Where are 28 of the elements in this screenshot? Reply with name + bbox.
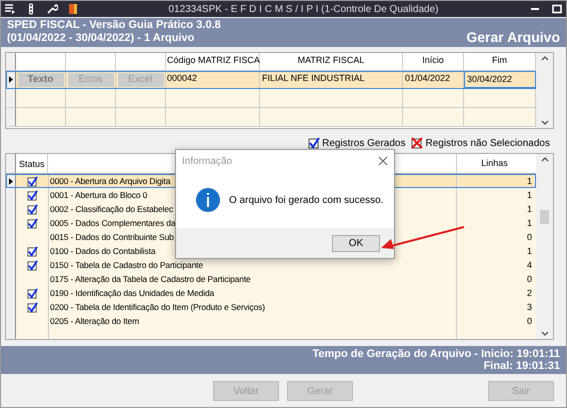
table-cell-text: 0000 - Abertura do Arquivo Digita [50,175,170,188]
table-cell: FILIAL NFE INDUSTRIAL [260,71,403,88]
column-header: Início [403,53,464,70]
column-header: MATRIZ FISCAL [260,53,403,70]
table-cell-text: 0175 - Alteração da Tabela de Cadastro de Participante [50,273,251,286]
dialog-title: Informação [182,156,232,166]
table-cell-text: 0190 - Identificação das Unidades de Medida [50,287,214,300]
generation-time-start: Tempo de Geração do Arquivo - Inicio: 19:01:11 [312,348,560,360]
table-cell-text: 0100 - Dados do Contabilista [50,245,156,258]
table-cell: 000042 [166,71,260,88]
legend-label: Registros não Selecionados [425,138,550,148]
table-cell-text: 0150 - Tabela de Cadastro do Participante [50,259,203,272]
header-period: (01/04/2022 - 30/04/2022) - 1 Arquivo [7,32,196,45]
table-cell-text: 0005 - Dados Complementares da [50,217,176,230]
dialog-message: O arquivo foi gerado com sucesso. [229,194,384,206]
screen-title: Gerar Arquivo [466,29,560,45]
table-cell-text: 0015 - Dados do Contribuinte Sub [50,231,174,244]
column-header: Status [16,154,48,173]
table-cell-text: 0001 - Abertura do Bloco 0 [50,189,148,202]
table-cell-text: 0002 - Classificação do Estabelec [50,203,174,216]
window-title: 012334SPK - E F D I C M S / I P I (1-Controle De Qualidade) [168,4,440,14]
table-cell: 30/04/2022 [464,71,536,88]
table-cell-text: 0200 - Tabela de Identificação do Item (Produto e Serviços) [50,301,265,314]
legend-label: Registros Gerados [322,138,406,148]
generation-time-end: Final: 19:01:31 [484,360,560,372]
header-title: SPED FISCAL - Versão Guia Prático 3.0.8 [7,19,221,32]
column-header: Código MATRIZ FISCA [166,53,260,70]
table-cell-text: 0205 - Alteração do Item [50,315,140,328]
